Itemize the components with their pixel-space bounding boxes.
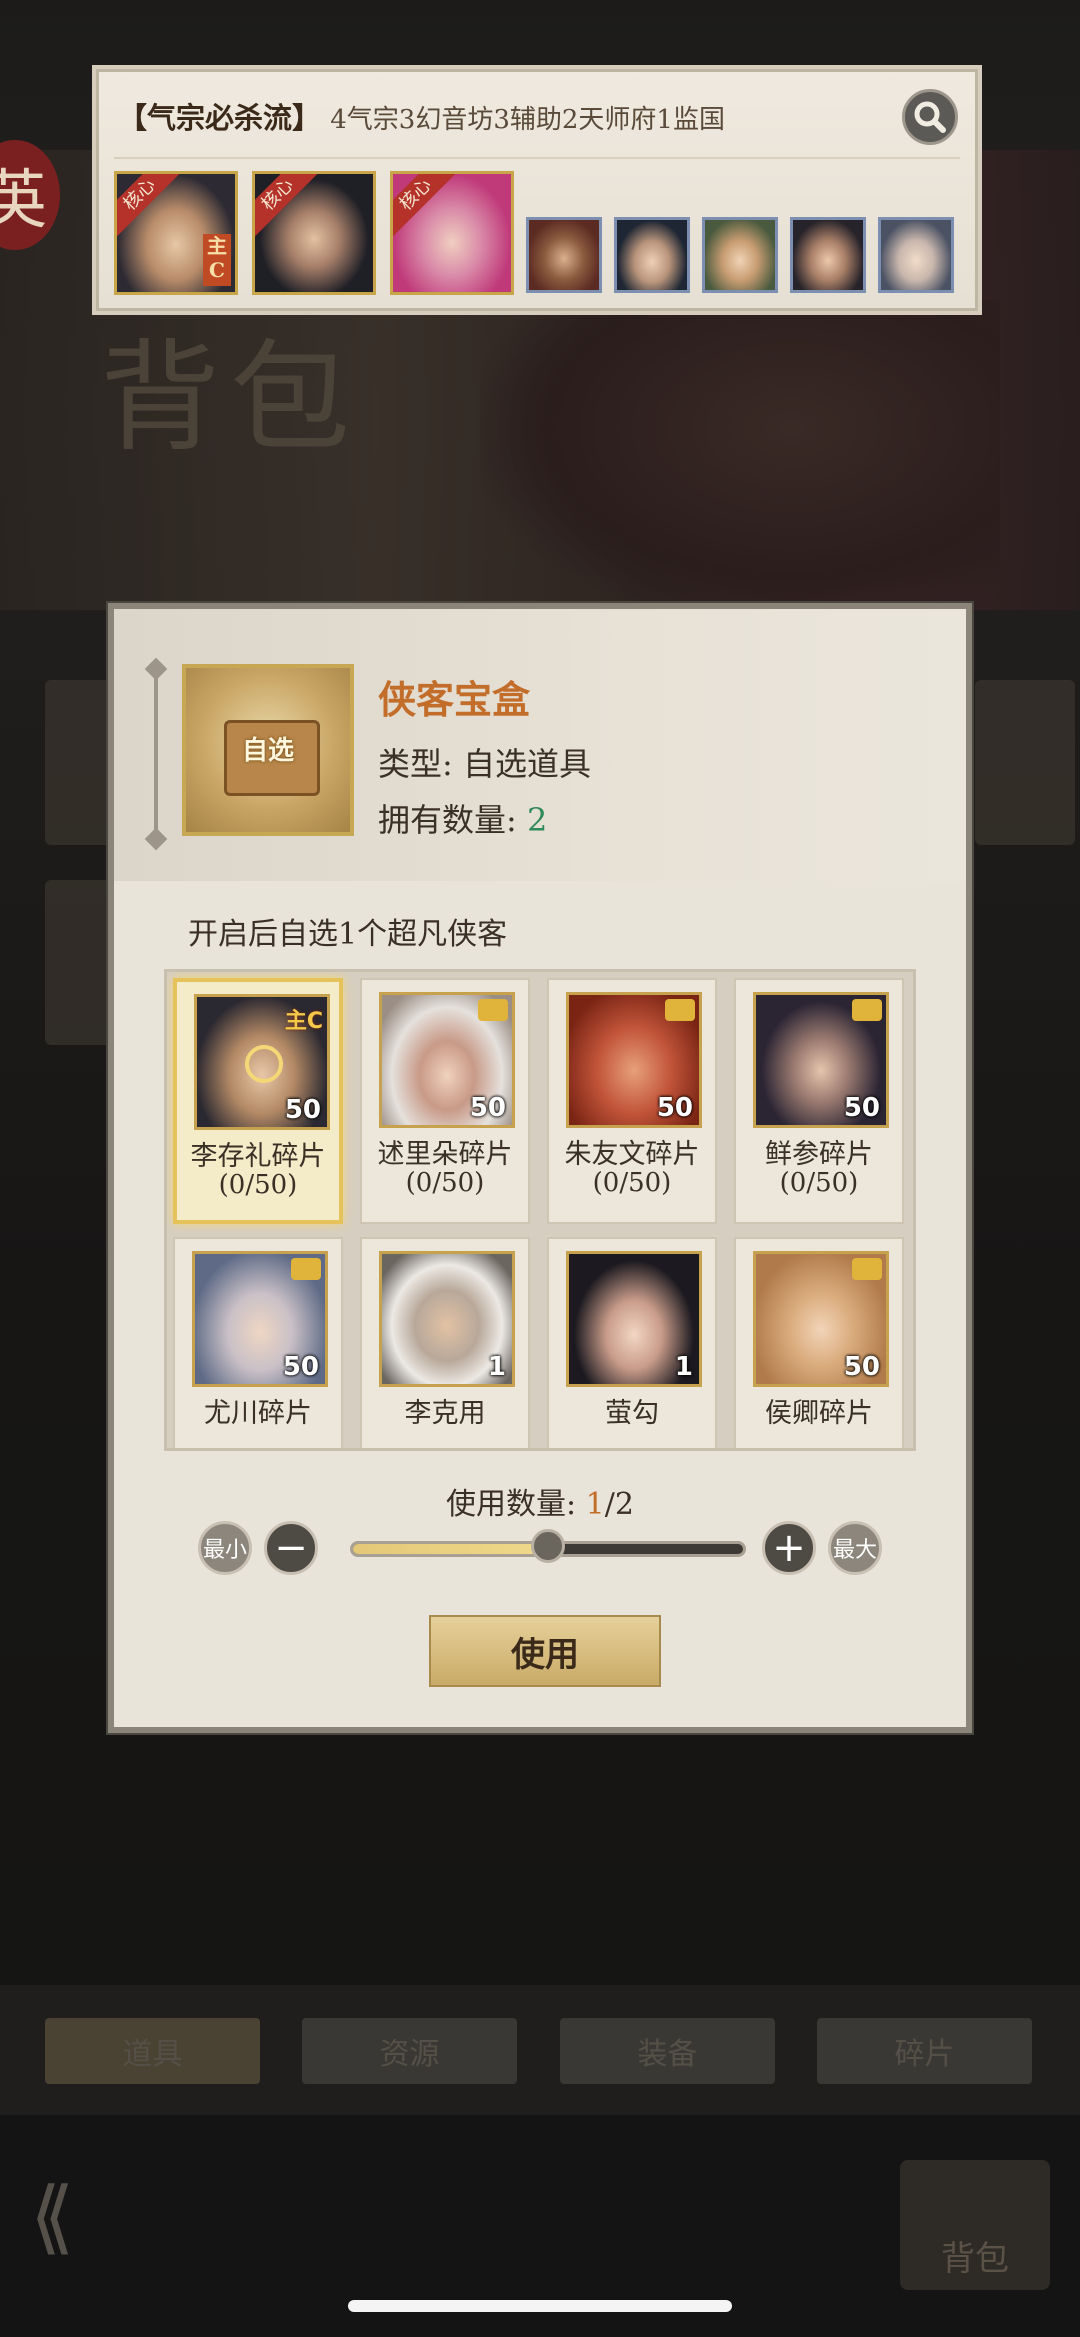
fragment-count: 50 (843, 1352, 880, 1382)
treasure-box-icon: 自选 (182, 664, 354, 836)
hero-name: 朱友文碎片 (564, 1139, 700, 1170)
core-hero-3[interactable]: 核心 (390, 171, 514, 295)
key-icon (665, 999, 695, 1021)
hero-name: 鲜参碎片 (765, 1139, 873, 1170)
core-hero-2[interactable]: 核心 (252, 171, 376, 295)
hero-card-ying-gou[interactable]: 1 萤勾 (547, 1237, 717, 1448)
lineup-hero[interactable] (702, 217, 778, 293)
lineup-hero[interactable] (790, 217, 866, 293)
background-figure (480, 300, 1000, 620)
fragment-count: 50 (469, 1093, 506, 1123)
lineup-hero[interactable] (526, 217, 602, 293)
background-bag-title: 背包 (100, 329, 360, 468)
home-indicator[interactable] (348, 2300, 732, 2312)
item-icon-label: 自选 (241, 736, 294, 766)
plus-button[interactable]: + (762, 1521, 816, 1575)
core-hero-1[interactable]: 核心 主C (114, 171, 238, 295)
hero-portrait: 主C 50 (194, 994, 330, 1130)
fragment-count: 50 (843, 1093, 880, 1123)
item-type: 类型: 自选道具 (378, 739, 591, 785)
tab-equipment: 装备 (560, 2018, 775, 2084)
hero-progress: (0/50) (779, 1168, 859, 1198)
lineup-hero[interactable] (878, 217, 954, 293)
hero-card-hou-qing[interactable]: 50 侯卿碎片 (734, 1237, 904, 1448)
hero-portrait: 50 (753, 992, 889, 1128)
hero-portrait: 1 (379, 1251, 515, 1387)
selection-hint: 开启后自选1个超凡侠客 (188, 917, 508, 952)
quantity-slider[interactable] (350, 1529, 746, 1563)
bag-button: 背包 (900, 2160, 1050, 2290)
lineup-description: 4气宗3幻音坊3辅助2天师府1监国 (330, 105, 725, 135)
minus-button[interactable]: − (264, 1521, 318, 1575)
item-owned: 拥有数量: 2 (378, 795, 547, 841)
lineup-title: 【气宗必杀流】 4气宗3幻音坊3辅助2天师府1监国 (118, 95, 725, 137)
use-quantity: 使用数量: 1/2 (114, 1479, 966, 1523)
main-c-badge: 主C (284, 1009, 323, 1034)
hero-portrait: 50 (379, 992, 515, 1128)
hero-card-you-chuan[interactable]: 50 尤川碎片 (173, 1237, 343, 1448)
slider-fill (353, 1544, 548, 1554)
use-quantity-total: /2 (604, 1487, 634, 1522)
key-icon (852, 1258, 882, 1280)
hero-portrait: 50 (753, 1251, 889, 1387)
main-c-badge: 主C (203, 234, 231, 286)
item-name: 侠客宝盒 (378, 677, 531, 722)
scroll-indicator (154, 669, 158, 839)
key-icon (291, 1258, 321, 1280)
hero-card-zhu-youwen[interactable]: 50 朱友文碎片 (0/50) (547, 978, 717, 1224)
hero-card-li-keyong[interactable]: 1 李克用 (360, 1237, 530, 1448)
hero-name: 萤勾 (605, 1398, 659, 1429)
hero-selection-grid[interactable]: 主C 50 李存礼碎片 (0/50) 50 述里朵碎片 (0/50) 50 朱友… (164, 969, 916, 1451)
background-card (975, 680, 1075, 845)
back-arrow-icon: ⟪ (30, 2170, 75, 2263)
fragment-count: 1 (674, 1352, 693, 1382)
tab-resources: 资源 (302, 2018, 517, 2084)
hero-progress: (0/50) (592, 1168, 672, 1198)
key-icon (478, 999, 508, 1021)
slider-thumb[interactable] (531, 1529, 565, 1563)
item-type-value: 自选道具 (462, 745, 591, 783)
hero-progress: (0/50) (218, 1170, 298, 1200)
item-owned-label: 拥有数量: (378, 801, 517, 839)
fragment-count: 50 (656, 1093, 693, 1123)
hero-card-xian-shen[interactable]: 50 鲜参碎片 (0/50) (734, 978, 904, 1224)
lineup-tag: 【气宗必杀流】 (118, 101, 322, 135)
hero-name: 李存礼碎片 (190, 1141, 326, 1172)
fragment-count: 50 (282, 1352, 319, 1382)
hero-portrait: 1 (566, 1251, 702, 1387)
hero-portrait: 50 (566, 992, 702, 1128)
hero-name: 侯卿碎片 (765, 1398, 873, 1429)
divider (114, 157, 960, 159)
magnifier-icon (245, 1045, 283, 1083)
hero-progress: (0/50) (405, 1168, 485, 1198)
hero-name: 尤川碎片 (204, 1398, 312, 1429)
hero-card-li-cunli[interactable]: 主C 50 李存礼碎片 (0/50) (173, 978, 343, 1224)
tab-items: 道具 (45, 2018, 260, 2084)
hero-card-shu-liduo[interactable]: 50 述里朵碎片 (0/50) (360, 978, 530, 1224)
hero-portrait: 50 (192, 1251, 328, 1387)
item-owned-count: 2 (526, 801, 548, 839)
key-icon (852, 999, 882, 1021)
lineup-hero[interactable] (614, 217, 690, 293)
hero-name: 述里朵碎片 (377, 1139, 513, 1170)
use-quantity-label: 使用数量: (446, 1487, 577, 1522)
item-dialog: 自选 侠客宝盒 类型: 自选道具 拥有数量: 2 开启后自选1个超凡侠客 主C … (108, 603, 972, 1733)
fragment-count: 50 (284, 1095, 321, 1125)
fragment-count: 1 (487, 1352, 506, 1382)
search-icon[interactable] (902, 89, 958, 145)
max-button[interactable]: 最大 (828, 1521, 882, 1575)
use-quantity-current: 1 (585, 1487, 605, 1522)
lineup-panel: 【气宗必杀流】 4气宗3幻音坊3辅助2天师府1监国 核心 主C 核心 核心 (92, 65, 982, 315)
min-button[interactable]: 最小 (198, 1521, 252, 1575)
hero-name: 李克用 (404, 1398, 486, 1429)
tab-fragments: 碎片 (817, 2018, 1032, 2084)
item-type-label: 类型: (378, 745, 453, 783)
use-button[interactable]: 使用 (429, 1615, 661, 1687)
